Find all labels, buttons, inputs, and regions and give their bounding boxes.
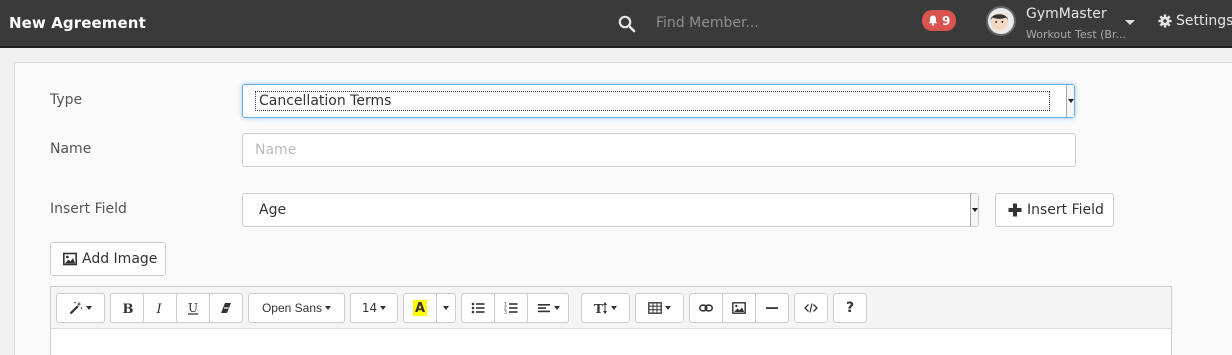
caret-down-icon: [611, 306, 617, 310]
font-size-dropdown[interactable]: 14: [350, 293, 398, 323]
font-family-group: Open Sans: [248, 293, 345, 323]
font-style-group: B I U: [110, 293, 243, 323]
magic-wand-icon: [69, 301, 83, 315]
numbered-list-button[interactable]: 1 2 3: [494, 293, 528, 323]
table-group: [635, 293, 684, 323]
user-location[interactable]: Workout Test (Br...: [1026, 28, 1126, 41]
insert-field-value: Age: [259, 202, 287, 218]
font-size-group: 14: [350, 293, 398, 323]
link-button[interactable]: [689, 293, 723, 323]
numbered-list-icon: 1 2 3: [504, 302, 518, 316]
bold-button[interactable]: B: [110, 293, 144, 323]
line-height-group: T: [581, 293, 630, 323]
member-search-input[interactable]: [644, 7, 904, 39]
insert-field-button-label: Insert Field: [1027, 202, 1104, 218]
caret-down-icon: [443, 306, 449, 310]
font-size-value: 14: [361, 301, 378, 315]
plus-icon: [1008, 203, 1022, 217]
page-title: New Agreement: [9, 14, 146, 32]
style-group: [56, 293, 105, 323]
rich-text-editor: B I U Open Sans 14 A 1 2 3 T ?: [50, 286, 1172, 355]
search-icon[interactable]: [618, 15, 636, 33]
type-select[interactable]: Cancellation Terms: [242, 84, 1075, 118]
user-name[interactable]: GymMaster: [1026, 6, 1107, 22]
avatar-face-icon: [990, 13, 1008, 31]
insert-field-select[interactable]: Age: [242, 193, 979, 227]
image-icon: [63, 252, 77, 266]
user-avatar[interactable]: [986, 6, 1016, 36]
paragraph-group: 1 2 3: [461, 293, 569, 323]
add-image-button[interactable]: Add Image: [50, 242, 166, 276]
font-family-value: Open Sans: [261, 301, 323, 315]
line-height-dropdown[interactable]: T: [581, 293, 630, 323]
line-height-icon: T: [594, 302, 607, 315]
type-label: Type: [50, 92, 83, 108]
bell-icon: [928, 15, 938, 26]
select-arrow-icon[interactable]: [970, 194, 978, 226]
svg-text:I: I: [156, 302, 163, 315]
align-left-icon: [537, 304, 550, 313]
bullet-list-button[interactable]: [461, 293, 495, 323]
caret-down-icon: [86, 306, 92, 310]
gear-icon: [1158, 14, 1172, 28]
picture-icon: [732, 302, 746, 314]
link-icon: [699, 304, 713, 312]
name-label: Name: [50, 141, 92, 157]
underline-button[interactable]: U: [176, 293, 210, 323]
notifications-badge[interactable]: 9: [922, 10, 957, 31]
caret-down-icon: [380, 306, 387, 310]
name-input[interactable]: [242, 133, 1076, 167]
svg-text:3: 3: [504, 310, 507, 316]
horizontal-rule-button[interactable]: [755, 293, 789, 323]
insert-picture-button[interactable]: [722, 293, 756, 323]
insert-field-label: Insert Field: [50, 201, 127, 217]
help-icon: ?: [845, 300, 855, 316]
table-icon: [648, 302, 662, 314]
code-view-button[interactable]: [794, 293, 828, 323]
highlight-icon: A: [413, 300, 427, 316]
insert-field-button[interactable]: Insert Field: [995, 193, 1114, 227]
settings-label: Settings: [1176, 13, 1232, 29]
color-dropdown-button[interactable]: [436, 293, 456, 323]
italic-icon: I: [156, 302, 163, 315]
align-dropdown-button[interactable]: [527, 293, 569, 323]
type-select-value: Cancellation Terms: [259, 93, 392, 109]
editor-toolbar: B I U Open Sans 14 A 1 2 3 T ?: [51, 287, 1171, 329]
svg-text:T: T: [594, 302, 603, 315]
settings-link[interactable]: Settings: [1158, 13, 1232, 29]
horizontal-rule-icon: [766, 307, 778, 309]
svg-text:B: B: [123, 302, 134, 315]
clear-format-button[interactable]: [209, 293, 243, 323]
code-icon: [804, 303, 818, 313]
caret-down-icon: [553, 306, 560, 310]
table-dropdown-button[interactable]: [635, 293, 684, 323]
help-button[interactable]: ?: [833, 293, 867, 323]
bold-icon: B: [123, 302, 134, 315]
underline-icon: U: [188, 301, 198, 315]
italic-button[interactable]: I: [143, 293, 177, 323]
help-group: ?: [833, 293, 867, 323]
code-group: [794, 293, 828, 323]
color-group: A: [403, 293, 456, 323]
insert-group: [689, 293, 789, 323]
select-arrow-icon[interactable]: [1066, 85, 1074, 117]
svg-text:U: U: [188, 301, 198, 315]
notifications-count: 9: [942, 13, 951, 28]
font-family-dropdown[interactable]: Open Sans: [248, 293, 345, 323]
eraser-icon: [221, 303, 231, 313]
caret-down-icon: [325, 306, 332, 310]
style-dropdown-button[interactable]: [56, 293, 105, 323]
add-image-button-label: Add Image: [82, 251, 158, 267]
user-menu-caret-icon[interactable]: [1125, 20, 1135, 25]
highlight-color-button[interactable]: A: [403, 293, 437, 323]
caret-down-icon: [665, 306, 671, 310]
top-navbar: New Agreement 9 GymMaster Workout Test (…: [0, 0, 1232, 48]
bullet-list-icon: [471, 302, 485, 314]
